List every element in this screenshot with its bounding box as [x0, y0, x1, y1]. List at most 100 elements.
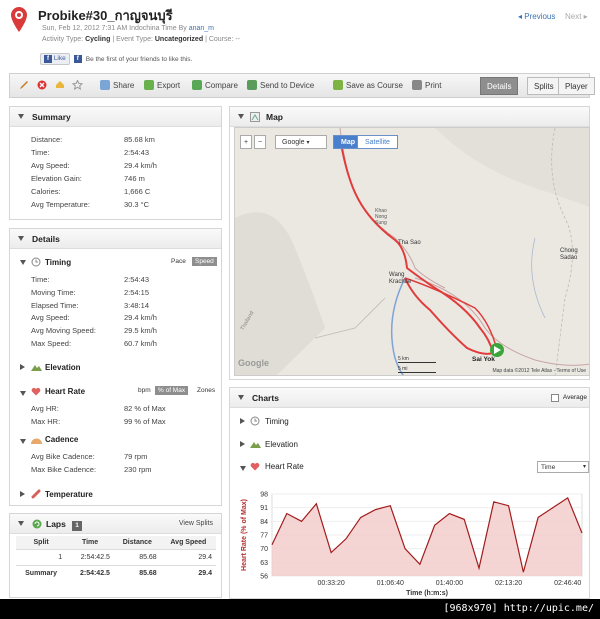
zones-toggle[interactable]: Zones — [194, 386, 218, 395]
heart-rate-section-title: Heart Rate — [45, 387, 86, 396]
author-link[interactable]: anan_m — [189, 25, 214, 32]
stat-value: 2:54:43 — [124, 275, 150, 284]
event-type[interactable]: Uncategorized — [155, 36, 203, 43]
details-panel: Details Timing Pace Speed Time: 2:54:43 Mo… — [9, 228, 222, 506]
print-button[interactable]: Print — [412, 80, 441, 90]
laps-column-header[interactable]: Distance — [113, 536, 161, 550]
like-button[interactable]: f Like — [40, 53, 70, 65]
export-label: Export — [157, 80, 181, 90]
next-link[interactable]: Next ▸ — [565, 12, 588, 21]
tab-splits[interactable]: Splits — [527, 77, 561, 95]
table-row[interactable]: 1 2:54:42.5 85.68 29.4 — [16, 550, 216, 566]
heart-rate-collapse-icon[interactable] — [20, 391, 26, 396]
map-title: Map — [266, 112, 283, 122]
pace-toggle[interactable]: Pace — [168, 257, 189, 266]
place-label: Khao Nong Sung — [375, 208, 387, 226]
scale-km: 5 km — [398, 356, 436, 363]
course-label: | Course: -- — [205, 36, 240, 43]
stat-value: 3:48:14 — [124, 300, 150, 310]
heart-rate-chart-collapse-icon[interactable] — [240, 466, 246, 471]
place-label: Sai Yok — [472, 356, 495, 363]
export-button[interactable]: Export — [144, 80, 180, 90]
tab-details[interactable]: Details — [480, 77, 519, 95]
send-label: Send to Device — [260, 80, 315, 90]
elevation-chart-expand-icon[interactable] — [240, 441, 245, 447]
elevation-expand-icon[interactable] — [20, 364, 25, 370]
stat-value: 2:54:43 — [124, 148, 150, 157]
laps-column-header[interactable]: Time — [66, 536, 114, 550]
heart-rate-chart-title: Heart Rate — [265, 462, 304, 471]
laps-column-header[interactable]: Split — [16, 536, 67, 550]
speed-toggle[interactable]: Speed — [192, 257, 217, 266]
like-label: Like — [53, 55, 66, 62]
map-provider-value: Google — [282, 139, 305, 146]
details-header[interactable]: Details — [10, 229, 221, 249]
laps-header-row: Split Time Distance Avg Speed — [16, 536, 216, 550]
temperature-expand-icon[interactable] — [20, 491, 25, 497]
delete-icon[interactable] — [37, 80, 47, 90]
stat-label: Elapsed Time: — [31, 300, 79, 310]
stat-label: Avg Moving Speed: — [31, 326, 96, 336]
cadence-collapse-icon[interactable] — [20, 439, 26, 444]
charts-header[interactable]: Charts Average — [230, 388, 589, 408]
table-cell: 2:54:42.5 — [66, 565, 114, 581]
heart-icon — [31, 387, 41, 396]
previous-link[interactable]: ◂ Previous — [518, 12, 555, 21]
timing-chart-expand-icon[interactable] — [240, 418, 245, 424]
zoom-out-button[interactable]: − — [254, 135, 266, 149]
compare-button[interactable]: Compare — [192, 80, 238, 90]
table-cell: 29.4 — [160, 565, 216, 581]
percent-max-toggle[interactable]: % of Max — [155, 386, 189, 395]
satellite-type-button[interactable]: Satellite — [357, 135, 398, 149]
save-as-course-button[interactable]: Save as Course — [333, 80, 403, 90]
laps-panel: Laps 1 View Splits Split Time Distance Avg … — [9, 513, 222, 598]
map-copyright[interactable]: Map data ©2012 Tele Atlas - Terms of Use — [492, 368, 586, 374]
course-icon — [333, 80, 343, 90]
thermometer-icon — [31, 489, 41, 499]
scale-mi: 5 mi — [398, 366, 436, 373]
timing-collapse-icon[interactable] — [20, 260, 26, 265]
activity-toolbar: Share Export Compare Send to Device Save… — [9, 73, 595, 98]
star-icon[interactable] — [72, 80, 83, 90]
activity-type[interactable]: Cycling — [85, 36, 110, 43]
y-tick-label: 84 — [260, 519, 268, 526]
laps-column-header[interactable]: Avg Speed — [160, 536, 216, 550]
laps-header[interactable]: Laps 1 View Splits — [10, 514, 221, 534]
bpm-toggle[interactable]: bpm — [135, 386, 154, 395]
chart-x-axis-select[interactable]: Time ▾ — [537, 461, 589, 473]
share-button[interactable]: Share — [100, 80, 134, 90]
clock-icon — [250, 416, 260, 426]
map-provider-select[interactable]: Google ▾ — [275, 135, 327, 149]
zoom-in-button[interactable]: + — [240, 135, 252, 149]
collapse-icon — [238, 114, 244, 119]
collapse-icon — [18, 114, 24, 119]
average-checkbox[interactable] — [551, 394, 559, 402]
edit-icon[interactable] — [19, 80, 29, 90]
stat-value: 230 rpm — [124, 464, 152, 474]
view-splits-link[interactable]: View Splits — [179, 514, 213, 534]
temperature-section-title: Temperature — [45, 490, 93, 499]
facebook-like: f Like f Be the first of your friends to l… — [40, 53, 192, 65]
x-tick-label: 01:06:40 — [377, 580, 404, 587]
map-header[interactable]: Map — [230, 107, 589, 127]
elevation-section-title: Elevation — [45, 363, 81, 372]
send-to-device-button[interactable]: Send to Device — [247, 80, 314, 90]
summary-panel: Summary Distance: 85.68 km Time: 2:54:43 Avg… — [9, 106, 222, 220]
compare-icon — [192, 80, 202, 90]
like-text: Be the first of your friends to like thi… — [85, 55, 193, 63]
facebook-icon: f — [44, 55, 52, 63]
map-canvas — [235, 128, 589, 375]
activity-header: Probike#30_กาญจนบุรี Sun, Feb 12, 2012 7… — [0, 0, 600, 70]
stat-label: Max Speed: — [31, 339, 72, 348]
route-map[interactable]: + − Google ▾ Map Satellite Khao Nong Sun… — [234, 127, 590, 376]
next-label: Next — [565, 12, 582, 21]
favorite-icon[interactable] — [55, 80, 65, 90]
stat-value: 1,666 C — [124, 187, 151, 196]
summary-header[interactable]: Summary — [10, 107, 221, 127]
place-label: Wang Krachae — [389, 272, 412, 285]
place-label: Tha Sao — [398, 240, 421, 246]
tab-player[interactable]: Player — [558, 77, 595, 95]
table-row[interactable]: Summary 2:54:42.5 85.68 29.4 — [16, 565, 216, 581]
google-logo: Google — [238, 358, 269, 368]
summary-title: Summary — [32, 112, 71, 122]
